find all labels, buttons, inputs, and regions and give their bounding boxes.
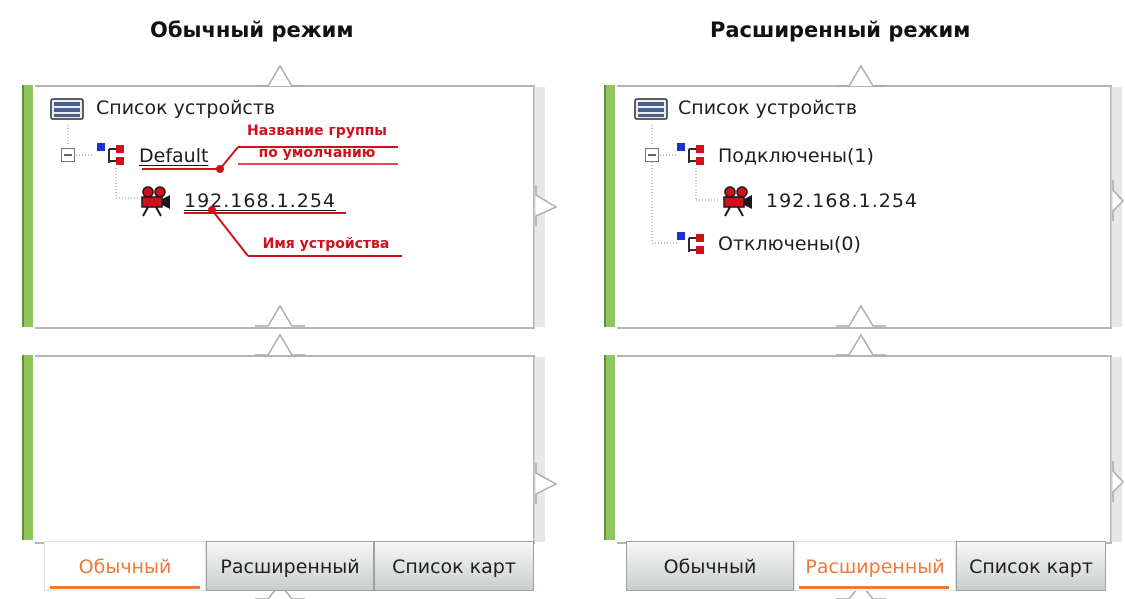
group-disconnected-label[interactable]: Отключены(0) [718,233,861,255]
annotation-device-name: Имя устройства [262,236,390,252]
group-icon [677,143,704,165]
annotation-group-default: по умолчанию [258,145,376,161]
tree-lines [651,125,720,244]
device-label[interactable]: 192.168.1.254 [766,190,918,212]
active-tab-indicator [50,586,200,589]
tab-normal[interactable]: Обычный [626,541,794,591]
tab-extended[interactable]: Расширенный [206,541,374,591]
tab-extended[interactable]: Расширенный [794,541,956,591]
tab-map-list[interactable]: Список карт [956,541,1106,591]
extended-mode-panel: Расширенный режим Список устройств Подкл… [584,0,1125,599]
tab-map-list[interactable]: Список карт [374,541,534,591]
tab-normal[interactable]: Обычный [44,541,206,591]
group-icon [677,232,704,254]
active-tab-indicator [799,586,949,589]
camera-icon [723,186,752,217]
annotation-group-name: Название группы [247,123,387,139]
group-connected-label[interactable]: Подключены(1) [718,145,874,167]
minus-expander-icon[interactable] [645,148,660,163]
annotation-lines [142,146,402,257]
normal-mode-panel: Обычный режим Список устройств Default 1… [0,0,560,599]
